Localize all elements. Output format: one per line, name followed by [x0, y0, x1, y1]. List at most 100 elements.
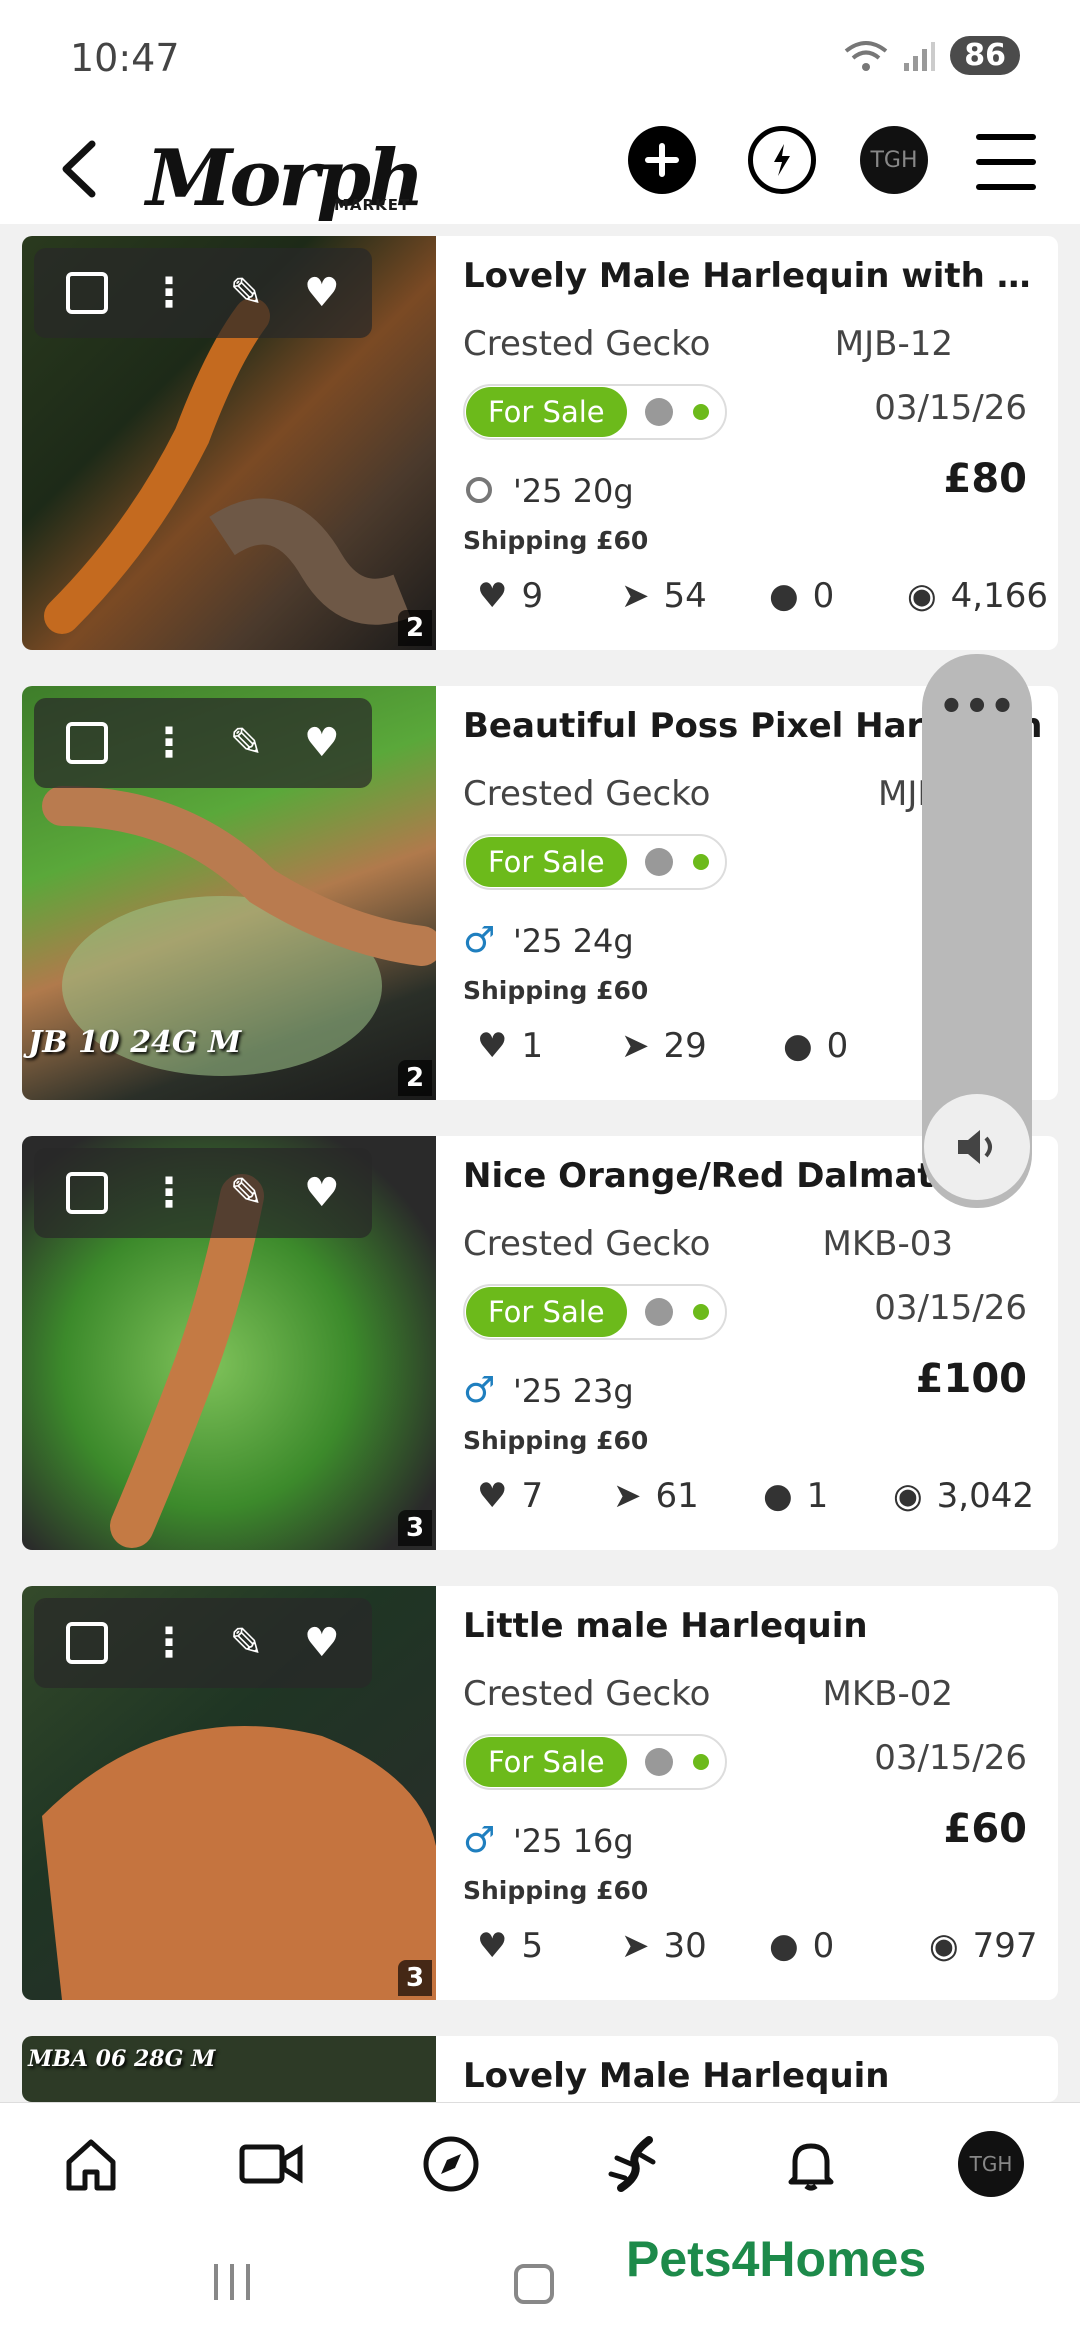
comments-stat: ● 0 — [783, 1026, 848, 1066]
listing-title[interactable]: Little male Harlequin — [463, 1606, 1043, 1646]
add-listing-button[interactable] — [628, 126, 696, 194]
edit-pencil-icon[interactable]: ✎ — [230, 1170, 264, 1216]
heart-pulse-icon[interactable]: ♥ — [304, 720, 340, 766]
gecko-icon — [608, 2136, 656, 2192]
plus-icon — [645, 143, 679, 177]
listing-title[interactable]: Lovely Male Harlequin — [463, 2056, 1043, 2096]
listing-card[interactable]: MBA 06 28G M Lovely Male Harlequin — [22, 2036, 1058, 2102]
back-arrow-icon[interactable] — [50, 134, 110, 204]
cursor-icon: ➤ — [613, 1476, 642, 1516]
shipping-info: Shipping £60 — [463, 1426, 649, 1455]
select-checkbox[interactable] — [66, 722, 109, 764]
nav-profile-avatar[interactable]: TGH — [958, 2131, 1024, 2197]
more-vertical-icon[interactable]: ⋮ — [149, 720, 189, 766]
likes-stat: ♥ 9 — [477, 576, 543, 616]
listing-card[interactable]: ⋮ ✎ ♥ 2 Lovely Male Harlequin with a c..… — [22, 236, 1058, 650]
male-icon: ♂ — [463, 920, 496, 961]
comments-count: 1 — [806, 1476, 829, 1516]
listing-code: MKB-02 — [822, 1674, 954, 1714]
more-vertical-icon[interactable]: ⋮ — [149, 270, 189, 316]
globe-icon — [644, 1748, 673, 1776]
likes-count: 5 — [521, 1926, 544, 1966]
listing-price: £80 — [943, 456, 1028, 502]
menu-button[interactable] — [976, 134, 1036, 190]
clicks-stat: ➤ 30 — [621, 1926, 707, 1966]
photo-count-badge: 2 — [398, 610, 432, 646]
heart-pulse-icon[interactable]: ♥ — [304, 270, 340, 316]
photo-toolbar: ⋮ ✎ ♥ — [34, 698, 372, 788]
listing-species: Crested Gecko — [463, 774, 711, 814]
edit-pencil-icon[interactable]: ✎ — [230, 270, 264, 316]
listing-date: 03/15/26 — [874, 1288, 1027, 1328]
cursor-icon: ➤ — [621, 1926, 650, 1966]
status-toggle[interactable]: For Sale — [463, 834, 727, 890]
status-toggle[interactable]: For Sale — [463, 1734, 727, 1790]
nav-notifications[interactable] — [778, 2131, 844, 2197]
nav-home[interactable] — [58, 2131, 124, 2197]
more-vertical-icon[interactable]: ⋮ — [149, 1170, 189, 1216]
edit-pencil-icon[interactable]: ✎ — [230, 1620, 264, 1666]
select-checkbox[interactable] — [66, 1622, 109, 1664]
home-icon — [66, 2139, 116, 2191]
likes-count: 9 — [521, 576, 544, 616]
active-dot-icon — [692, 854, 709, 870]
globe-icon — [644, 398, 673, 426]
more-vertical-icon[interactable]: ⋮ — [149, 1620, 189, 1666]
listing-card[interactable]: ⋮ ✎ ♥ JB 10 24G M 2 Beautiful Poss Pixel… — [22, 686, 1058, 1100]
heart-icon: ♥ — [477, 1926, 508, 1966]
nav-animals[interactable] — [598, 2131, 664, 2197]
views-count: 3,042 — [936, 1476, 1035, 1516]
clicks-count: 54 — [663, 576, 707, 616]
nav-explore[interactable] — [418, 2131, 484, 2197]
nav-video[interactable] — [238, 2131, 304, 2197]
listing-photo[interactable]: ⋮ ✎ ♥ 3 — [22, 1136, 436, 1550]
listing-card[interactable]: ⋮ ✎ ♥ 3 Little male Harlequin Crested Ge… — [22, 1586, 1058, 2000]
likes-stat: ♥ 5 — [477, 1926, 543, 1966]
listing-title[interactable]: Lovely Male Harlequin with a c... — [463, 256, 1043, 296]
heart-pulse-icon[interactable]: ♥ — [304, 1620, 340, 1666]
select-checkbox[interactable] — [66, 1172, 109, 1214]
heart-icon: ♥ — [477, 1476, 508, 1516]
morph-market-logo[interactable]: Morph MARKET — [146, 118, 425, 218]
globe-icon — [644, 1298, 673, 1326]
heart-pulse-icon[interactable]: ♥ — [304, 1170, 340, 1216]
heart-icon: ♥ — [477, 1026, 508, 1066]
comment-icon: ● — [763, 1476, 793, 1516]
status-badge: For Sale — [466, 837, 627, 887]
eye-icon: ◉ — [929, 1926, 959, 1966]
listing-stats: ♥ 9 ➤ 54 ● 0 ◉ 4,166 — [463, 576, 1048, 626]
shipping-info: Shipping £60 — [463, 526, 649, 555]
video-icon — [239, 2144, 303, 2184]
listing-photo[interactable]: MBA 06 28G M — [22, 2036, 436, 2102]
volume-overlay[interactable]: ••• — [922, 654, 1032, 1208]
store-avatar[interactable]: TGH — [860, 126, 928, 194]
comment-icon: ● — [769, 576, 799, 616]
recents-icon[interactable] — [210, 2262, 254, 2302]
listing-card[interactable]: ⋮ ✎ ♥ 3 Nice Orange/Red Dalmation Creste… — [22, 1136, 1058, 1550]
heart-icon: ♥ — [477, 576, 508, 616]
messages-button[interactable] — [748, 126, 816, 194]
views-count: 797 — [972, 1926, 1038, 1966]
listing-species: Crested Gecko — [463, 324, 711, 364]
photo-toolbar: ⋮ ✎ ♥ — [34, 1148, 372, 1238]
active-dot-icon — [692, 1304, 709, 1320]
age-weight: '25 24g — [513, 922, 634, 960]
photo-toolbar: ⋮ ✎ ♥ — [34, 248, 372, 338]
home-button-icon[interactable] — [512, 2262, 556, 2306]
select-checkbox[interactable] — [66, 272, 109, 314]
overlay-more-icon[interactable]: ••• — [922, 684, 1032, 730]
status-toggle[interactable]: For Sale — [463, 1284, 727, 1340]
listing-photo[interactable]: ⋮ ✎ ♥ 2 — [22, 236, 436, 650]
app-header: Morph MARKET TGH — [0, 112, 1080, 224]
compass-icon — [423, 2136, 479, 2192]
logo-subtext: MARKET — [334, 196, 411, 214]
volume-button[interactable] — [924, 1094, 1030, 1200]
listing-photo[interactable]: ⋮ ✎ ♥ 3 — [22, 1586, 436, 2000]
edit-pencil-icon[interactable]: ✎ — [230, 720, 264, 766]
comments-stat: ● 0 — [769, 1926, 834, 1966]
comments-stat: ● 0 — [769, 576, 834, 616]
status-toggle[interactable]: For Sale — [463, 384, 727, 440]
clicks-stat: ➤ 54 — [621, 576, 707, 616]
views-stat: ◉ 4,166 — [907, 576, 1048, 616]
listing-photo[interactable]: ⋮ ✎ ♥ JB 10 24G M 2 — [22, 686, 442, 1100]
